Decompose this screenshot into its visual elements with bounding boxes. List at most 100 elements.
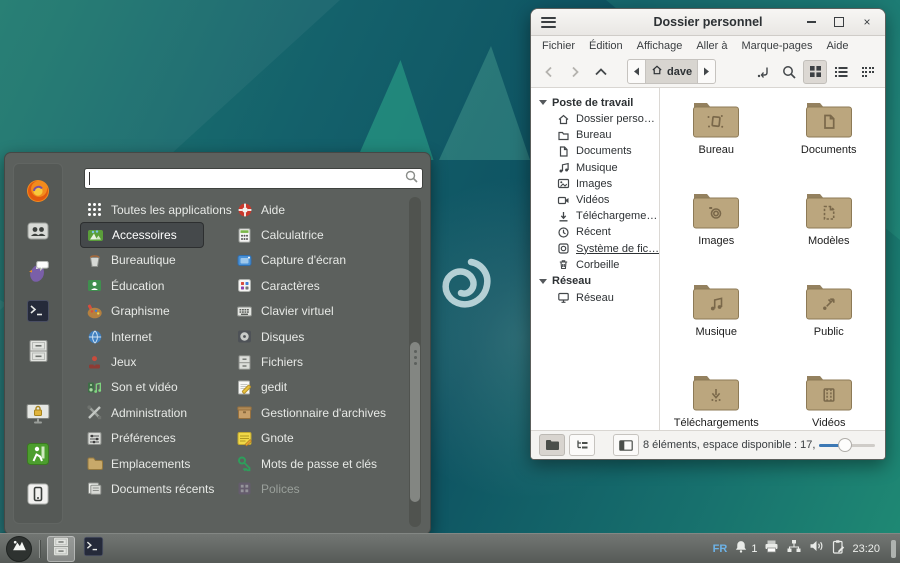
- menu-category-internet[interactable]: Internet: [80, 324, 204, 349]
- menu-category-bureautique[interactable]: Bureautique: [80, 248, 204, 273]
- close-button[interactable]: ×: [861, 15, 873, 29]
- volume-icon[interactable]: [809, 539, 824, 558]
- folder-documents[interactable]: Documents: [773, 94, 886, 185]
- pidgin-launcher[interactable]: [23, 258, 53, 288]
- zoom-slider-knob[interactable]: [838, 438, 852, 452]
- folder-modeles[interactable]: Modèles: [773, 185, 886, 276]
- menu-app-capture-ecran[interactable]: Capture d'écran: [230, 248, 406, 273]
- menu-category-son-video[interactable]: Son et vidéo: [80, 375, 204, 400]
- sidebar-item-musique[interactable]: Musique: [531, 160, 659, 176]
- sidebar-section-network[interactable]: Réseau: [531, 273, 659, 290]
- search-button[interactable]: [777, 60, 801, 84]
- sidebar-item-documents[interactable]: Documents: [531, 143, 659, 159]
- menu-category-label: Emplacements: [111, 456, 191, 471]
- menu-edition[interactable]: Édition: [582, 40, 630, 52]
- jump-to-location-button[interactable]: [751, 60, 775, 84]
- menu-category-preferences[interactable]: Préférences: [80, 426, 204, 451]
- back-button[interactable]: [537, 60, 561, 84]
- zoom-slider[interactable]: [819, 437, 875, 453]
- file-manager-launcher[interactable]: [23, 338, 53, 368]
- sidebar-item-recent[interactable]: Récent: [531, 224, 659, 240]
- lock-screen-button[interactable]: [23, 401, 53, 431]
- menu-app-gnote[interactable]: Gnote: [230, 426, 406, 451]
- show-desktop-button[interactable]: [891, 539, 896, 558]
- menu-aide[interactable]: Aide: [819, 40, 855, 52]
- menu-app-aide[interactable]: Aide: [230, 197, 406, 222]
- menu-app-fichiers[interactable]: Fichiers: [230, 349, 406, 374]
- menu-app-disques[interactable]: Disques: [230, 324, 406, 349]
- sidebar-item-filesystem[interactable]: Système de fic…: [531, 241, 659, 257]
- folder-videos[interactable]: Vidéos: [773, 367, 886, 430]
- sidebar-item-reseau[interactable]: Réseau: [531, 290, 659, 306]
- icon-view-toggle-button[interactable]: [539, 434, 565, 456]
- menu-app-caracteres[interactable]: Caractères: [230, 273, 406, 298]
- clock[interactable]: 23:20: [852, 543, 880, 555]
- minimize-button[interactable]: [805, 16, 817, 28]
- suspend-button[interactable]: [23, 481, 53, 511]
- sidebar-toggle-button[interactable]: [613, 434, 639, 456]
- menu-app-label: gedit: [261, 380, 288, 395]
- tree-view-toggle-button[interactable]: [569, 434, 595, 456]
- folder-icon: [805, 194, 852, 229]
- virtual-keyboard-icon: [236, 303, 253, 320]
- menu-app-clavier-virtuel[interactable]: Clavier virtuel: [230, 299, 406, 324]
- menu-category-graphisme[interactable]: Graphisme: [80, 299, 204, 324]
- maximize-button[interactable]: [833, 16, 845, 28]
- menu-category-education[interactable]: Éducation: [80, 273, 204, 298]
- breadcrumb-next-button[interactable]: [698, 60, 715, 83]
- sidebar-item-images[interactable]: Images: [531, 176, 659, 192]
- places-icon: [86, 455, 103, 472]
- task-file-manager-button[interactable]: [47, 535, 75, 562]
- menu-app-gestionnaire-archives[interactable]: Gestionnaire d'archives: [230, 400, 406, 425]
- keyboard-layout-indicator[interactable]: FR: [713, 543, 728, 555]
- menu-app-calculatrice[interactable]: Calculatrice: [230, 222, 406, 247]
- view-list-button[interactable]: [829, 60, 853, 84]
- breadcrumb-home-button[interactable]: dave: [645, 60, 699, 83]
- menu-aller-a[interactable]: Aller à: [689, 40, 734, 52]
- sidebar-item-videos[interactable]: Vidéos: [531, 192, 659, 208]
- menu-search-input[interactable]: [92, 171, 405, 186]
- firefox-launcher[interactable]: [23, 178, 53, 208]
- folder-musique[interactable]: Musique: [660, 276, 773, 367]
- terminal-launcher[interactable]: [23, 298, 53, 328]
- folder-telechargements[interactable]: Téléchargements: [660, 367, 773, 430]
- clipboard-icon[interactable]: [831, 539, 845, 559]
- view-compact-button[interactable]: [855, 60, 879, 84]
- menu-scrollbar-thumb[interactable]: [410, 342, 420, 502]
- folder-public[interactable]: Public: [773, 276, 886, 367]
- users-launcher[interactable]: [23, 218, 53, 248]
- menu-category-administration[interactable]: Administration: [80, 400, 204, 425]
- menu-marque-pages[interactable]: Marque-pages: [735, 40, 820, 52]
- sidebar-item-home[interactable]: Dossier perso…: [531, 111, 659, 127]
- network-icon[interactable]: [786, 539, 802, 558]
- menu-category-accessoires[interactable]: Accessoires: [80, 222, 204, 248]
- menu-category-label: Administration: [111, 405, 188, 420]
- menu-scrollbar[interactable]: [409, 197, 421, 527]
- menu-app-mots-de-passe[interactable]: Mots de passe et clés: [230, 451, 406, 476]
- titlebar[interactable]: Dossier personnel ×: [531, 9, 885, 36]
- log-out-button[interactable]: [23, 441, 53, 471]
- notification-bell-icon[interactable]: [734, 539, 748, 559]
- view-grid-button[interactable]: [803, 59, 827, 84]
- task-terminal-button[interactable]: [79, 536, 107, 562]
- menu-app-polices[interactable]: Polices: [230, 476, 406, 501]
- menu-category-jeux[interactable]: Jeux: [80, 349, 204, 374]
- folder-bureau[interactable]: Bureau: [660, 94, 773, 185]
- menu-search-box[interactable]: [84, 168, 423, 189]
- sidebar-item-corbeille[interactable]: Corbeille: [531, 257, 659, 273]
- forward-button[interactable]: [563, 60, 587, 84]
- sidebar-section-computer[interactable]: Poste de travail: [531, 94, 659, 111]
- menu-category-all[interactable]: Toutes les applications: [80, 197, 232, 222]
- menu-category-emplacements[interactable]: Emplacements: [80, 451, 204, 476]
- menu-fichier[interactable]: Fichier: [535, 40, 582, 52]
- menu-app-gedit[interactable]: gedit: [230, 375, 406, 400]
- applications-menu-button[interactable]: [6, 535, 32, 562]
- breadcrumb-prev-button[interactable]: [628, 60, 645, 83]
- sidebar-item-bureau[interactable]: Bureau: [531, 127, 659, 143]
- menu-category-documents-recents[interactable]: Documents récents: [80, 476, 214, 501]
- printer-icon[interactable]: [764, 539, 779, 558]
- sidebar-item-telechargements[interactable]: Téléchargeme…: [531, 208, 659, 224]
- menu-affichage[interactable]: Affichage: [630, 40, 690, 52]
- up-button[interactable]: [589, 60, 613, 84]
- folder-images[interactable]: Images: [660, 185, 773, 276]
